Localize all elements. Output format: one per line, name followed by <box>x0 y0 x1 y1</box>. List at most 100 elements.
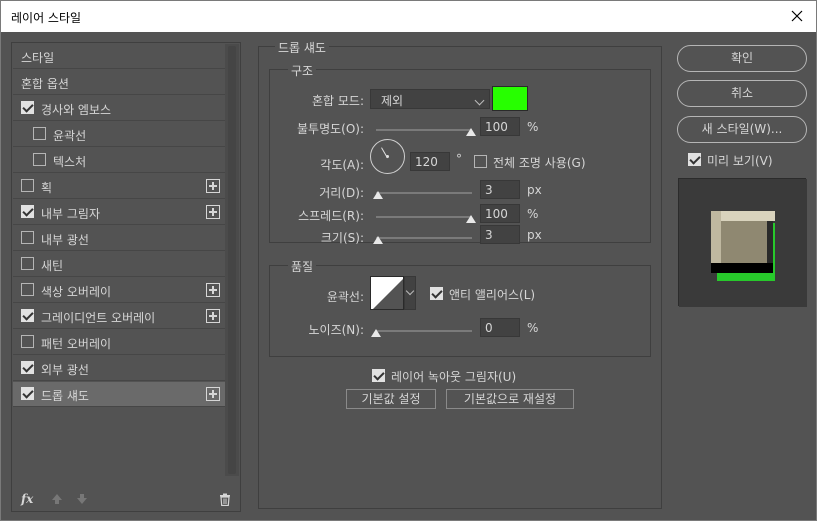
size-slider-track[interactable] <box>376 237 472 239</box>
list-scrollbar[interactable] <box>225 44 239 476</box>
blend-mode-select[interactable]: 제외 <box>370 89 490 109</box>
drop-shadow-panel: 드롭 섀도 구조 혼합 모드: 제외 불투명도(O): 100 % 각도(A):… <box>258 39 662 509</box>
add-effect-icon[interactable] <box>206 387 220 401</box>
fx-icon[interactable]: fx <box>21 492 33 506</box>
style-item-checkbox[interactable] <box>21 283 34 296</box>
style-item-checkbox[interactable] <box>33 153 46 166</box>
anti-alias-box[interactable] <box>430 287 443 300</box>
dialog-body: 스타일혼합 옵션경사와 엠보스윤곽선텍스처획내부 그림자내부 광선새틴색상 오버… <box>1 32 816 520</box>
preview-box[interactable] <box>688 153 701 166</box>
ok-button[interactable]: 확인 <box>677 45 807 72</box>
size-label: 크기(S): <box>320 231 364 245</box>
contour-picker[interactable] <box>370 276 404 310</box>
distance-label: 거리(D): <box>319 186 364 200</box>
add-effect-icon[interactable] <box>206 205 220 219</box>
close-icon[interactable] <box>786 5 808 27</box>
scrollbar-thumb[interactable] <box>228 46 236 474</box>
anti-alias-label: 앤티 앨리어스(L) <box>449 288 536 302</box>
shadow-color-swatch[interactable] <box>492 86 528 111</box>
style-item-2[interactable]: 경사와 엠보스 <box>13 96 225 121</box>
style-item-12[interactable]: 외부 광선 <box>13 356 225 381</box>
opacity-slider-track[interactable] <box>376 129 472 131</box>
add-effect-icon[interactable] <box>206 309 220 323</box>
style-item-11[interactable]: 패턴 오버레이 <box>13 330 225 355</box>
distance-slider-thumb[interactable] <box>373 191 383 199</box>
size-unit: px <box>527 228 542 242</box>
style-item-checkbox[interactable] <box>21 257 34 270</box>
distance-input[interactable]: 3 <box>480 180 520 199</box>
style-item-checkbox[interactable] <box>21 101 34 114</box>
knockout-label: 레이어 녹아웃 그림자(U) <box>391 370 517 384</box>
style-item-13[interactable]: 드롭 섀도 <box>13 382 225 407</box>
style-item-checkbox[interactable] <box>21 361 34 374</box>
style-item-checkbox[interactable] <box>33 127 46 140</box>
distance-slider-track[interactable] <box>376 192 472 194</box>
contour-dropdown[interactable] <box>404 276 416 310</box>
style-item-5[interactable]: 획 <box>13 174 225 199</box>
blend-mode-value: 제외 <box>381 94 404 108</box>
global-light-label: 전체 조명 사용(G) <box>493 156 586 170</box>
reset-default-button[interactable]: 기본값으로 재설정 <box>446 389 574 409</box>
spread-slider-thumb[interactable] <box>466 215 476 223</box>
style-item-label: 경사와 엠보스 <box>41 103 112 117</box>
move-up-icon[interactable] <box>51 493 63 505</box>
trash-icon[interactable] <box>219 493 231 507</box>
style-item-label: 패턴 오버레이 <box>41 337 112 351</box>
style-item-6[interactable]: 내부 그림자 <box>13 200 225 225</box>
style-list: 스타일혼합 옵션경사와 엠보스윤곽선텍스처획내부 그림자내부 광선새틴색상 오버… <box>11 42 241 512</box>
angle-input[interactable]: 120 <box>410 152 450 171</box>
style-item-checkbox[interactable] <box>21 335 34 348</box>
spread-slider-track[interactable] <box>376 216 472 218</box>
style-item-label: 텍스처 <box>53 155 87 169</box>
spread-label: 스프레드(R): <box>298 209 364 223</box>
style-item-label: 혼합 옵션 <box>21 77 69 91</box>
chevron-down-icon <box>405 286 415 296</box>
spread-input[interactable]: 100 <box>480 204 520 223</box>
angle-dial[interactable] <box>370 139 405 174</box>
style-item-label: 내부 광선 <box>41 233 89 247</box>
style-item-checkbox[interactable] <box>21 205 34 218</box>
style-item-0[interactable]: 스타일 <box>13 44 225 69</box>
opacity-slider-thumb[interactable] <box>466 128 476 136</box>
style-item-label: 드롭 섀도 <box>41 389 89 403</box>
add-effect-icon[interactable] <box>206 283 220 297</box>
noise-slider-thumb[interactable] <box>371 329 381 337</box>
list-toolbar: fx <box>13 489 239 511</box>
chevron-down-icon <box>474 95 485 106</box>
make-default-button[interactable]: 기본값 설정 <box>346 389 436 409</box>
cancel-button[interactable]: 취소 <box>677 80 807 107</box>
opacity-label: 불투명도(O): <box>296 122 364 136</box>
opacity-unit: % <box>527 120 539 134</box>
style-item-checkbox[interactable] <box>21 387 34 400</box>
knockout-box[interactable] <box>372 369 385 382</box>
style-item-10[interactable]: 그레이디언트 오버레이 <box>13 304 225 329</box>
opacity-input[interactable]: 100 <box>480 117 520 136</box>
window-title: 레이어 스타일 <box>11 11 82 25</box>
style-item-checkbox[interactable] <box>21 309 34 322</box>
noise-input[interactable]: 0 <box>480 318 520 337</box>
angle-label: 각도(A): <box>320 158 364 172</box>
style-item-label: 새틴 <box>41 259 64 273</box>
style-item-9[interactable]: 색상 오버레이 <box>13 278 225 303</box>
structure-heading: 구조 <box>288 62 317 79</box>
move-down-icon[interactable] <box>76 493 88 505</box>
noise-unit: % <box>527 321 539 335</box>
angle-unit: ° <box>456 152 462 166</box>
style-item-checkbox[interactable] <box>21 179 34 192</box>
style-item-label: 내부 그림자 <box>41 207 101 221</box>
style-item-8[interactable]: 새틴 <box>13 252 225 277</box>
style-preview-thumbnail <box>678 178 807 307</box>
add-effect-icon[interactable] <box>206 179 220 193</box>
noise-label: 노이즈(N): <box>308 323 364 337</box>
size-input[interactable]: 3 <box>480 225 520 244</box>
style-item-checkbox[interactable] <box>21 231 34 244</box>
style-item-1[interactable]: 혼합 옵션 <box>13 70 225 95</box>
size-slider-thumb[interactable] <box>373 236 383 244</box>
style-item-4[interactable]: 텍스처 <box>13 148 225 173</box>
global-light-box[interactable] <box>474 155 487 168</box>
style-item-3[interactable]: 윤곽선 <box>13 122 225 147</box>
noise-slider-track[interactable] <box>376 330 472 332</box>
new-style-button[interactable]: 새 스타일(W)... <box>677 116 807 143</box>
style-item-7[interactable]: 내부 광선 <box>13 226 225 251</box>
structure-group: 구조 혼합 모드: 제외 불투명도(O): 100 % 각도(A): 120 ° <box>269 62 651 245</box>
